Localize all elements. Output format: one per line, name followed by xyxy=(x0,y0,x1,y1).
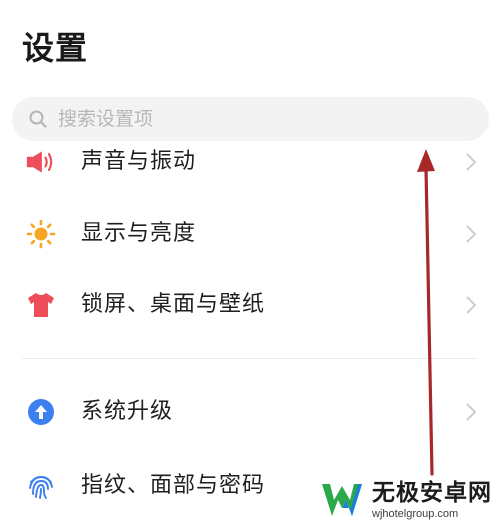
sun-icon xyxy=(26,219,56,249)
settings-item-label: 系统升级 xyxy=(81,399,174,424)
settings-list: 声音与振动 显示与亮度 锁屏、桌面与壁纸 系统升级 指纹、面部与密码 xyxy=(0,0,500,529)
settings-item-display[interactable]: 显示与亮度 xyxy=(0,206,500,262)
settings-item-label: 锁屏、桌面与壁纸 xyxy=(81,292,266,317)
chevron-right-icon xyxy=(464,223,478,245)
tshirt-icon xyxy=(26,290,56,320)
watermark-url: wjhotelgroup.com xyxy=(372,508,459,520)
section-divider xyxy=(22,358,478,359)
watermark: 无极安卓网 wjhotelgroup.com xyxy=(318,474,498,526)
settings-item-label: 指纹、面部与密码 xyxy=(81,473,266,498)
watermark-title: 无极安卓网 xyxy=(372,480,492,506)
chevron-right-icon xyxy=(464,401,478,423)
settings-item-label: 显示与亮度 xyxy=(81,221,197,246)
settings-item-wallpaper[interactable]: 锁屏、桌面与壁纸 xyxy=(0,277,500,333)
settings-item-sound[interactable]: 声音与振动 xyxy=(0,134,500,190)
chevron-right-icon xyxy=(464,151,478,173)
speaker-icon xyxy=(26,147,56,177)
settings-item-label: 声音与振动 xyxy=(81,149,197,174)
watermark-logo-icon xyxy=(322,484,362,516)
upgrade-arrow-icon xyxy=(26,397,56,427)
settings-item-system-update[interactable]: 系统升级 xyxy=(0,384,500,440)
chevron-right-icon xyxy=(464,294,478,316)
fingerprint-icon xyxy=(26,471,56,501)
